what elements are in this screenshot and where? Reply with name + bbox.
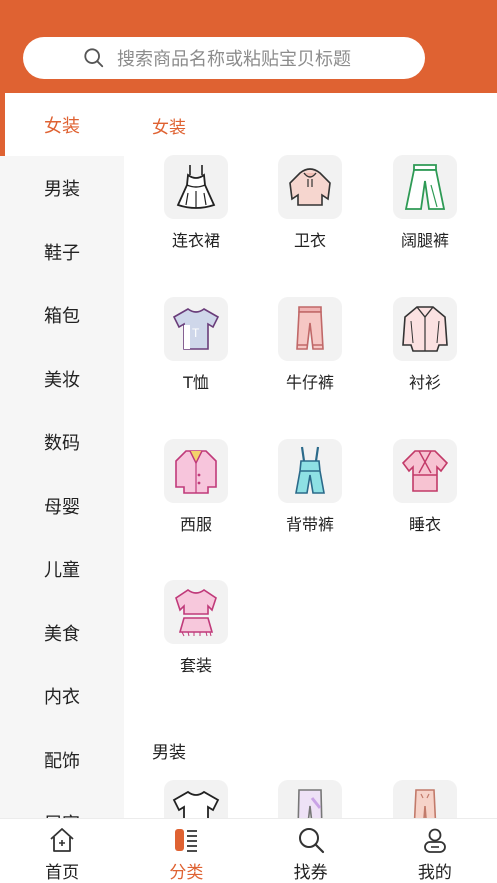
category-label: 牛仔裤 (285, 373, 334, 392)
tab-coupons[interactable]: 找券 (249, 819, 373, 883)
wide-leg-pants-icon (404, 164, 446, 210)
category-shirt[interactable]: 衬衫 (375, 297, 475, 393)
sidebar-item-women[interactable]: 女装 (0, 93, 124, 156)
category-hoodie[interactable]: 卫衣 (260, 155, 360, 251)
category-sidebar: 女装 男装 鞋子 箱包 美妆 数码 母婴 儿童 美食 内衣 配饰 居家 (0, 93, 124, 818)
category-label: 连衣裙 (171, 231, 220, 250)
hoodie-icon (289, 168, 331, 206)
category-label: 卫衣 (293, 231, 326, 250)
category-outfit-set[interactable]: 套装 (146, 580, 246, 676)
sweatpants-icon (297, 789, 323, 818)
category-icon (175, 829, 198, 852)
tab-label: 我的 (417, 863, 452, 883)
category-pajamas[interactable]: 睡衣 (375, 439, 475, 535)
sidebar-item-underwear[interactable]: 内衣 (0, 664, 124, 727)
bottom-tab-bar: 首页 分类 找券 我的 (0, 818, 497, 883)
pajamas-icon (401, 450, 449, 492)
tab-category[interactable]: 分类 (124, 819, 248, 883)
category-jeans[interactable]: 牛仔裤 (260, 297, 360, 393)
category-wide-leg-pants[interactable]: 阔腿裤 (375, 155, 475, 251)
tab-label: 找券 (293, 863, 328, 883)
sidebar-item-accessories[interactable]: 配饰 (0, 728, 124, 791)
category-dress[interactable]: 连衣裙 (146, 155, 246, 251)
category-men-pants[interactable] (375, 780, 475, 818)
profile-icon (423, 828, 446, 853)
sidebar-item-shoes[interactable]: 鞋子 (0, 220, 124, 283)
category-label: 西服 (179, 515, 212, 534)
sidebar-item-baby[interactable]: 母婴 (0, 474, 124, 537)
tshirt-icon: T (172, 308, 220, 350)
tab-home[interactable]: 首页 (0, 819, 124, 883)
category-label: T恤 (183, 373, 209, 392)
category-overalls[interactable]: 背带裤 (260, 439, 360, 535)
section-title-women: 女装 (152, 118, 186, 138)
tab-label: 分类 (169, 863, 204, 883)
section-title-men: 男装 (152, 743, 186, 763)
overalls-icon (295, 446, 325, 494)
sidebar-item-home[interactable]: 居家 (0, 791, 124, 819)
shirt-icon (402, 306, 448, 352)
search-placeholder: 搜索商品名称或粘贴宝贝标题 (117, 49, 351, 70)
tshirt-icon (172, 790, 220, 818)
home-icon (50, 828, 74, 852)
sidebar-item-kids[interactable]: 儿童 (0, 537, 124, 600)
tab-profile[interactable]: 我的 (373, 819, 497, 883)
category-tshirt[interactable]: T T恤 (146, 297, 246, 393)
category-label: 背带裤 (285, 515, 334, 534)
category-label: 睡衣 (408, 515, 441, 534)
sidebar-item-bags[interactable]: 箱包 (0, 283, 124, 346)
sidebar-item-digital[interactable]: 数码 (0, 410, 124, 473)
sidebar-item-men[interactable]: 男装 (0, 156, 124, 219)
category-content: 女装 连衣裙 卫衣 阔腿裤 T T恤 牛仔裤 衬衫 西服 背带裤 睡衣 套装 男… (124, 93, 497, 818)
category-label: 套装 (179, 656, 212, 675)
svg-text:T: T (192, 326, 200, 340)
tab-label: 首页 (45, 863, 80, 883)
search-icon (298, 828, 324, 854)
header-bar: 搜索商品名称或粘贴宝贝标题 (0, 0, 497, 93)
outfit-set-icon (175, 589, 217, 637)
category-men-sweatpants[interactable] (260, 780, 360, 818)
category-suit[interactable]: 西服 (146, 439, 246, 535)
category-men-tshirt[interactable] (146, 780, 246, 818)
category-label: 阔腿裤 (400, 231, 449, 250)
search-icon (84, 48, 104, 68)
search-bar[interactable]: 搜索商品名称或粘贴宝贝标题 (23, 37, 425, 79)
dress-icon (176, 165, 216, 209)
sidebar-item-beauty[interactable]: 美妆 (0, 347, 124, 410)
pants-icon (413, 789, 437, 818)
suit-icon (175, 450, 217, 494)
sidebar-item-food[interactable]: 美食 (0, 601, 124, 664)
jeans-icon (296, 306, 324, 350)
category-label: 衬衫 (408, 373, 441, 392)
